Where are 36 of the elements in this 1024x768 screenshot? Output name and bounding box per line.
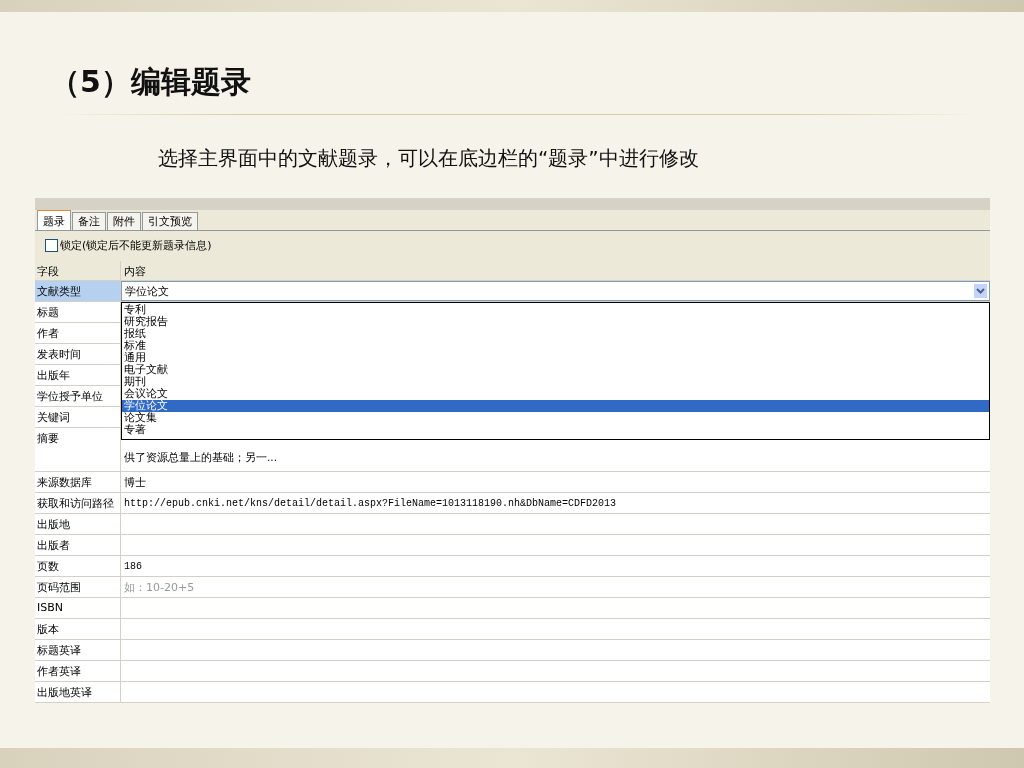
field-name[interactable]: 发表时间 bbox=[35, 344, 121, 364]
slide-subtitle: 选择主界面中的文献题录，可以在底边栏的“题录”中进行修改 bbox=[158, 145, 700, 172]
field-name[interactable]: 标题 bbox=[35, 302, 121, 322]
tab[interactable]: 引文预览 bbox=[142, 212, 198, 230]
field-name[interactable]: 出版者 bbox=[35, 535, 121, 555]
field-value: 186 bbox=[124, 561, 142, 572]
field-name[interactable]: ISBN bbox=[35, 598, 121, 618]
field-name[interactable]: 作者英译 bbox=[35, 661, 121, 681]
chevron-down-icon bbox=[974, 284, 987, 298]
field-name[interactable]: 作者 bbox=[35, 323, 121, 343]
field-name[interactable]: 页码范围 bbox=[35, 577, 121, 597]
field-name[interactable]: 出版地 bbox=[35, 514, 121, 534]
column-header: 内容 bbox=[121, 261, 990, 280]
tab[interactable]: 备注 bbox=[72, 212, 106, 230]
field-name[interactable]: 版本 bbox=[35, 619, 121, 639]
tab[interactable]: 题录 bbox=[37, 210, 71, 230]
type-select[interactable]: 学位论文 bbox=[121, 281, 990, 301]
field-name[interactable]: 学位授予单位 bbox=[35, 386, 121, 406]
column-header: 字段 bbox=[35, 261, 121, 280]
dropdown-option[interactable]: 学位论文 bbox=[122, 400, 989, 412]
slide-title: （5）编辑题录 bbox=[50, 63, 252, 101]
field-name[interactable]: 关键词 bbox=[35, 407, 121, 427]
field-name[interactable]: 文献类型 bbox=[35, 281, 121, 301]
field-name[interactable]: 标题英译 bbox=[35, 640, 121, 660]
abstract-text: 供了资源总量上的基础；另一... bbox=[124, 450, 278, 463]
field-name[interactable]: 摘要 bbox=[35, 428, 121, 471]
field-name[interactable]: 页数 bbox=[35, 556, 121, 576]
lock-label: 锁定(锁定后不能更新题录信息) bbox=[60, 237, 212, 253]
field-name[interactable]: 来源数据库 bbox=[35, 472, 121, 492]
lock-checkbox[interactable] bbox=[45, 238, 58, 252]
field-name[interactable]: 获取和访问路径 bbox=[35, 493, 121, 513]
field-value: 博士 bbox=[124, 476, 146, 489]
tab[interactable]: 附件 bbox=[107, 212, 141, 230]
field-value: http://epub.cnki.net/kns/detail/detail.aspx?FileName=1013118190.nh&DbName=CDFD2013 bbox=[124, 498, 617, 509]
field-name[interactable]: 出版地英译 bbox=[35, 682, 121, 702]
field-name[interactable]: 出版年 bbox=[35, 365, 121, 385]
